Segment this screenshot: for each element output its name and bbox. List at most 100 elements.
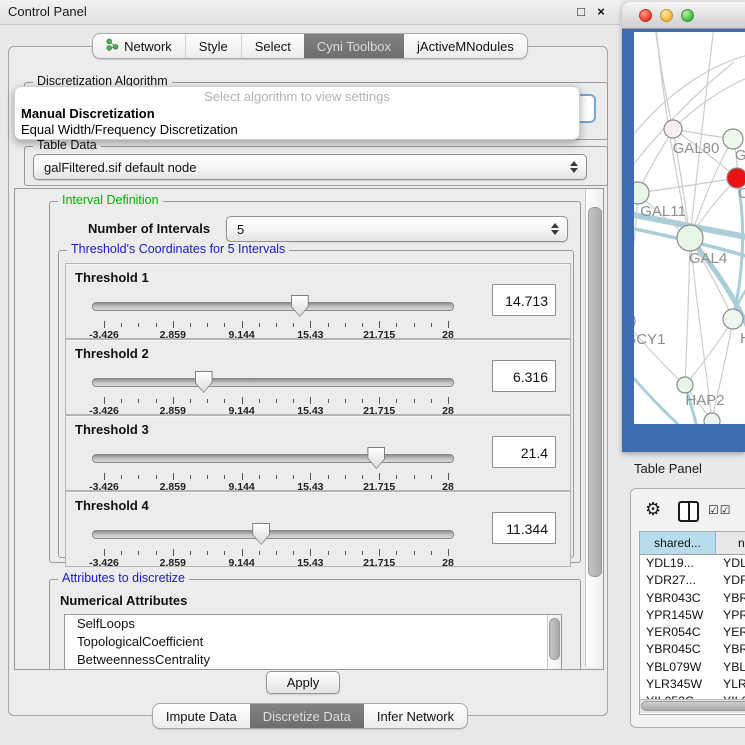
slider-tick <box>173 397 174 404</box>
threshold-2-slider-thumb[interactable] <box>195 371 213 393</box>
tab-jactivemnodules[interactable]: jActiveMNodules <box>404 34 527 58</box>
apply-button[interactable]: Apply <box>266 671 340 694</box>
slider-tick <box>293 399 294 403</box>
threshold-2-slider-track[interactable] <box>92 378 454 387</box>
table-row[interactable]: YDR27...YDR2 <box>640 572 745 589</box>
attribute-list-item[interactable]: BetweennessCentrality <box>65 651 561 669</box>
cell-shared-name[interactable]: YPR145W <box>640 607 716 624</box>
threshold-3-slider-thumb[interactable] <box>367 447 385 469</box>
cell-name[interactable]: YPR1 <box>716 607 745 624</box>
tab-style[interactable]: Style <box>185 34 241 58</box>
slider-tick <box>379 397 380 404</box>
threshold-3-slider-track[interactable] <box>92 454 454 463</box>
zoom-traffic-light-icon[interactable] <box>681 9 694 22</box>
slider-tick <box>448 321 449 328</box>
float-window-icon[interactable]: □ <box>573 4 589 20</box>
attribute-list-item[interactable]: TopologicalCoefficient <box>65 633 561 651</box>
threshold-4-slider-track[interactable] <box>92 530 454 539</box>
cell-shared-name[interactable]: YBL079W <box>640 659 716 676</box>
network-node[interactable] <box>704 413 720 424</box>
gear-icon[interactable]: ⚙ <box>645 499 661 520</box>
algorithm-option-equal-width[interactable]: Equal Width/Frequency Discretization <box>21 122 238 137</box>
network-canvas[interactable]: GAL80GACGAL11GAL4GCY1HHAP2 <box>634 32 745 424</box>
cell-name[interactable]: YDL1 <box>716 555 745 572</box>
table-row[interactable]: YBR043CYBR0 <box>640 590 745 607</box>
network-edge-highlighted[interactable] <box>634 362 682 424</box>
slider-tick-label: 9.144 <box>228 557 254 569</box>
tab-cyni-toolbox[interactable]: Cyni Toolbox <box>304 34 404 58</box>
cell-shared-name[interactable]: YDL19... <box>640 555 716 572</box>
slider-tick <box>379 473 380 480</box>
network-node[interactable] <box>634 182 649 204</box>
network-node-label: GA <box>735 147 745 164</box>
cell-shared-name[interactable]: YBR045C <box>640 641 716 658</box>
algorithm-dropdown-popup: Select algorithm to view settings Manual… <box>14 86 580 140</box>
network-edge[interactable] <box>655 32 673 129</box>
split-columns-icon[interactable] <box>678 501 699 522</box>
cell-shared-name[interactable]: YBR043C <box>640 590 716 607</box>
table-horizontal-scrollbar-thumb[interactable] <box>641 701 745 711</box>
network-node[interactable] <box>664 120 682 138</box>
threshold-2-value-field[interactable]: 6.316 <box>492 360 556 392</box>
tab-infer-network[interactable]: Infer Network <box>364 704 467 728</box>
column-header-name[interactable]: n <box>716 532 745 554</box>
tab-infer-network-label: Infer Network <box>377 709 454 724</box>
table-row[interactable]: YDL19...YDL1 <box>640 555 745 572</box>
close-icon[interactable]: × <box>593 4 609 20</box>
cell-name[interactable]: YDR2 <box>716 572 745 589</box>
slider-tick <box>242 397 243 404</box>
table-row[interactable]: YER054CYER0 <box>640 624 745 641</box>
algorithm-popup-hint[interactable]: Select algorithm to view settings <box>15 89 579 104</box>
network-edge[interactable] <box>685 319 733 385</box>
network-node[interactable] <box>634 311 635 331</box>
network-edge[interactable] <box>634 62 734 182</box>
cell-name[interactable]: YBR0 <box>716 590 745 607</box>
tab-discretize-data-label: Discretize Data <box>263 709 351 724</box>
network-edge[interactable] <box>638 178 737 193</box>
cell-name[interactable]: YLR3 <box>716 676 745 693</box>
tab-select-label: Select <box>255 39 291 54</box>
cell-name[interactable]: YBL0 <box>716 659 745 676</box>
minimize-traffic-light-icon[interactable] <box>660 9 673 22</box>
column-header-shared-name[interactable]: shared... <box>640 532 716 554</box>
network-node[interactable] <box>723 309 743 329</box>
network-node[interactable] <box>677 225 703 251</box>
slider-tick <box>242 473 243 480</box>
algorithm-option-manual[interactable]: Manual Discretization <box>21 106 155 121</box>
select-columns-icon[interactable]: ☑☑ <box>708 503 732 517</box>
numerical-attributes-list[interactable]: SelfLoopsTopologicalCoefficientBetweenne… <box>64 614 562 670</box>
table-row[interactable]: YPR145WYPR1 <box>640 607 745 624</box>
cell-shared-name[interactable]: YER054C <box>640 624 716 641</box>
settings-scrollbar-thumb[interactable] <box>588 207 602 577</box>
threshold-1-slider-track[interactable] <box>92 302 454 311</box>
threshold-3-value-field[interactable]: 21.4 <box>492 436 556 468</box>
settings-scrollbar[interactable] <box>585 189 603 667</box>
attributes-list-scrollbar-thumb[interactable] <box>549 618 560 660</box>
table-row[interactable]: YBL079WYBL0 <box>640 659 745 676</box>
cell-shared-name[interactable]: YLR345W <box>640 676 716 693</box>
cell-name[interactable]: YBR0 <box>716 641 745 658</box>
tab-network[interactable]: Network <box>93 34 185 58</box>
threshold-4-value-field[interactable]: 11.344 <box>492 512 556 544</box>
cell-shared-name[interactable]: YDR27... <box>640 572 716 589</box>
table-row[interactable]: YBR045CYBR0 <box>640 641 745 658</box>
slider-tick <box>121 323 122 327</box>
threshold-1-value-field[interactable]: 14.713 <box>492 284 556 316</box>
threshold-4-box: Threshold 4 -3.4262.8599.14415.4321.7152… <box>65 491 571 567</box>
slider-tick <box>379 321 380 328</box>
threshold-1-slider-thumb[interactable] <box>291 295 309 317</box>
attribute-list-item[interactable]: SelfLoops <box>65 615 561 633</box>
number-of-intervals-combobox[interactable]: 5 <box>226 216 568 242</box>
table-row[interactable]: YLR345WYLR3 <box>640 676 745 693</box>
tab-select[interactable]: Select <box>241 34 304 58</box>
tab-impute-data[interactable]: Impute Data <box>153 704 250 728</box>
network-node[interactable] <box>723 129 743 149</box>
tab-discretize-data[interactable]: Discretize Data <box>250 704 364 728</box>
attributes-list-scrollbar[interactable] <box>547 615 561 670</box>
table-horizontal-scrollbar[interactable] <box>640 699 745 713</box>
close-traffic-light-icon[interactable] <box>639 9 652 22</box>
cell-name[interactable]: YER0 <box>716 624 745 641</box>
table-data-combobox[interactable]: galFiltered.sif default node <box>33 154 587 180</box>
network-node[interactable] <box>677 377 693 393</box>
threshold-4-slider-thumb[interactable] <box>252 523 270 545</box>
